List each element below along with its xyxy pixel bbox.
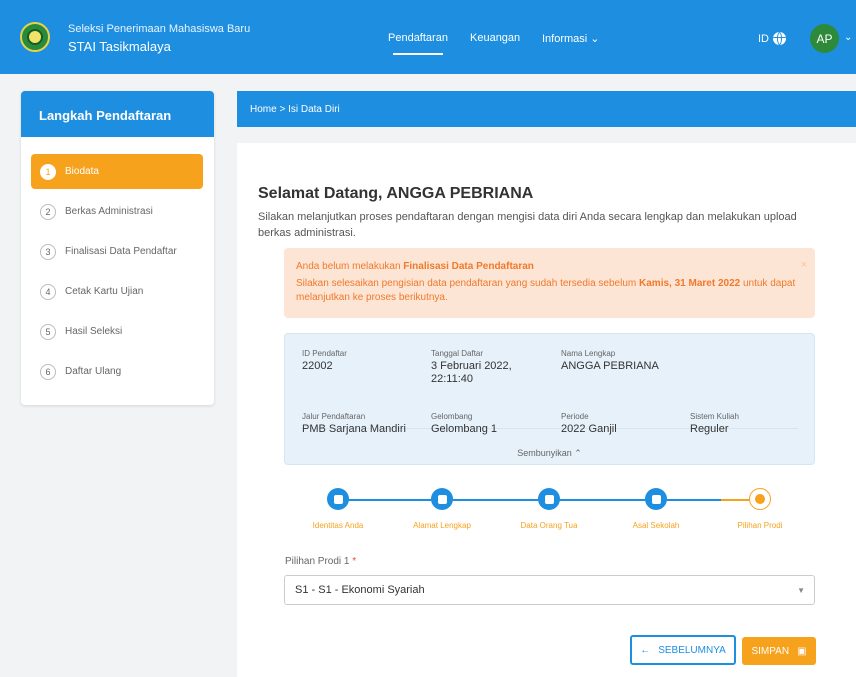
sidebar-item-finalisasi[interactable]: 3 Finalisasi Data Pendaftar [31,234,203,269]
sidebar-item-daftar-ulang[interactable]: 6 Daftar Ulang [31,354,203,389]
applicant-info-panel: ID Pendaftar 22002 Tanggal Daftar 3 Febr… [284,333,815,465]
step-label-pilihan-prodi[interactable]: Pilihan Prodi [715,521,805,530]
main-card: Selamat Datang, ANGGA PEBRIANA Silakan m… [237,143,856,677]
alert-line-2: Silakan selesaikan pengisian data pendaf… [296,277,803,305]
sidebar-item-cetak-kartu[interactable]: 4 Cetak Kartu Ujian [31,274,203,309]
sidebar-item-label: Berkas Administrasi [65,206,153,217]
field-id-pendaftar: ID Pendaftar 22002 [302,349,347,373]
previous-button[interactable]: ← SEBELUMNYA [630,635,736,665]
field-label: Jalur Pendaftaran [302,412,366,421]
field-value: 2022 Ganjil [561,423,617,435]
step-number: 4 [40,283,56,300]
step-label-orang-tua[interactable]: Data Orang Tua [504,521,594,530]
brand-title[interactable]: STAI Tasikmalaya [68,39,171,54]
field-tanggal-daftar: Tanggal Daftar 3 Februari 2022, 22:11:40 [431,349,512,386]
sidebar-title: Langkah Pendaftaran [21,91,214,137]
field-value: ANGGA PEBRIANA [561,360,659,372]
step-number: 6 [40,363,56,380]
step-number: 1 [40,163,56,180]
field-sistem-kuliah: Sistem Kuliah Reguler [690,412,739,436]
step-number: 2 [40,203,56,220]
page-title: Selamat Datang, ANGGA PEBRIANA [258,185,534,202]
field-value: 22002 [302,360,333,372]
save-button[interactable]: SIMPAN ▣ [742,637,816,665]
user-icon[interactable] [327,488,349,510]
field-jalur-pendaftaran: Jalur Pendaftaran PMB Sarjana Mandiri [302,412,406,436]
alert-line-1: Anda belum melakukan Finalisasi Data Pen… [296,260,803,274]
sidebar-item-label: Hasil Seleksi [65,326,123,337]
select-value: S1 - S1 - Ekonomi Syariah [295,584,425,596]
registration-steps-sidebar: Langkah Pendaftaran 1 Biodata 2 Berkas A… [21,91,214,405]
nav-keuangan[interactable]: Keuangan [470,32,520,44]
language-code: ID [758,32,769,45]
graduation-cap-icon[interactable] [645,488,667,510]
sidebar-item-label: Biodata [65,166,99,177]
step-label-asal-sekolah[interactable]: Asal Sekolah [611,521,701,530]
hide-details-toggle[interactable]: Sembunyikan ⌃ [285,448,814,459]
close-icon[interactable]: × [801,258,807,272]
alert-text: Silakan selesaikan pengisian data pendaf… [296,278,640,289]
field-label: ID Pendaftar [302,349,347,358]
users-icon[interactable] [538,488,560,510]
step-number: 5 [40,323,56,340]
field-gelombang: Gelombang Gelombang 1 [431,412,497,436]
globe-icon [773,32,786,45]
sidebar-item-label: Finalisasi Data Pendaftar [65,246,177,257]
sidebar-item-label: Daftar Ulang [65,366,122,377]
field-value: 22:11:40 [431,373,474,385]
sidebar-item-biodata[interactable]: 1 Biodata [31,154,203,189]
warning-alert: × Anda belum melakukan Finalisasi Data P… [284,248,815,318]
field-label: Tanggal Daftar [431,349,484,358]
button-label: SIMPAN [751,645,790,657]
alert-text: Anda belum melakukan [296,261,404,272]
sidebar-item-berkas-administrasi[interactable]: 2 Berkas Administrasi [31,194,203,229]
field-value: 3 Februari 2022, [431,360,512,372]
field-label: Sistem Kuliah [690,412,739,421]
step-label-alamat[interactable]: Alamat Lengkap [397,521,487,530]
field-value: PMB Sarjana Mandiri [302,423,406,435]
breadcrumb[interactable]: Home > Isi Data Diri [237,91,856,127]
top-navbar: Seleksi Penerimaan Mahasiswa Baru STAI T… [0,0,856,74]
field-label: Gelombang [431,412,473,421]
alert-emphasis: Finalisasi Data Pendaftaran [403,261,534,272]
arrow-left-icon: ← [640,644,651,656]
floppy-disk-icon: ▣ [797,645,807,657]
location-pin-icon[interactable] [431,488,453,510]
intro-text: Silakan melanjutkan proses pendaftaran d… [258,211,797,239]
field-label-pilihan-prodi: Pilihan Prodi 1 * [285,556,356,567]
prodi-select[interactable]: S1 - S1 - Ekonomi Syariah ▼ [284,575,815,605]
institution-logo[interactable] [20,22,50,52]
field-label: Periode [561,412,589,421]
alert-deadline: Kamis, 31 Maret 2022 [639,278,741,289]
field-label: Nama Lengkap [561,349,616,358]
step-number: 3 [40,243,56,260]
brand-subtitle: Seleksi Penerimaan Mahasiswa Baru [68,23,251,35]
language-switcher[interactable]: ID [758,32,786,45]
step-label-identitas[interactable]: Identitas Anda [293,521,383,530]
button-label: SEBELUMNYA [658,644,726,656]
chevron-down-icon[interactable]: ⌄ [844,32,852,43]
nav-informasi[interactable]: Informasi ⌄ [542,32,600,45]
avatar[interactable]: AP [810,24,839,53]
book-icon[interactable] [749,488,771,510]
caret-down-icon: ▼ [797,586,805,595]
required-marker: * [352,556,357,567]
nav-pendaftaran[interactable]: Pendaftaran [388,32,448,55]
sidebar-item-label: Cetak Kartu Ujian [65,286,144,297]
field-value: Gelombang 1 [431,423,498,435]
field-periode: Periode 2022 Ganjil [561,412,617,436]
field-value: Reguler [690,423,729,435]
sidebar-item-hasil-seleksi[interactable]: 5 Hasil Seleksi [31,314,203,349]
field-label-text: Pilihan Prodi 1 [285,556,350,567]
field-nama-lengkap: Nama Lengkap ANGGA PEBRIANA [561,349,659,373]
